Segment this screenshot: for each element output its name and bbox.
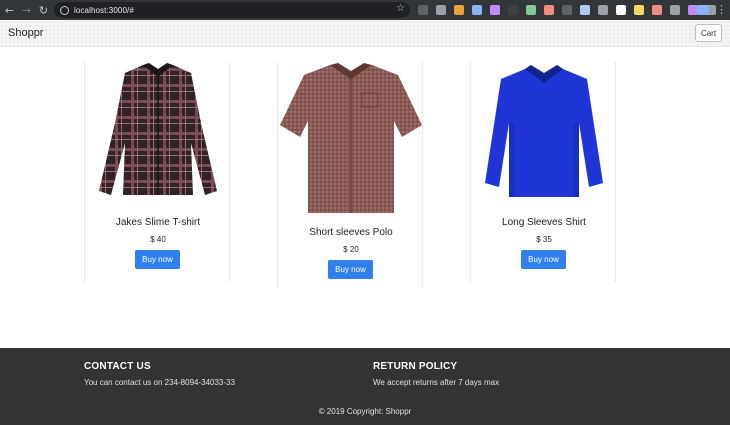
browser-extension-icon[interactable] [544,5,554,15]
browser-extension-icon[interactable] [526,5,536,15]
product-card: Jakes Slime T-shirt $ 40 Buy now [84,63,230,281]
forward-arrow-icon[interactable]: → [18,0,35,20]
browser-extension-icon[interactable] [670,5,680,15]
product-name: Short sleeves Polo [309,227,393,238]
return-policy-text: We accept returns after 7 days max [373,378,500,387]
browser-extension-icon[interactable] [436,5,446,15]
browser-extension-icon[interactable] [580,5,590,15]
extensions-bar [418,5,716,15]
brand-logo[interactable]: Shoppr [8,27,43,39]
browser-extension-icon[interactable] [508,5,518,15]
cart-button[interactable]: Cart [695,24,722,42]
browser-extension-icon[interactable] [490,5,500,15]
plaid-shirt-icon [99,63,217,195]
product-image[interactable] [85,63,231,201]
copyright-text: © 2019 Copyright: Shoppr [318,407,412,416]
product-card: Short sleeves Polo $ 20 Buy now [277,63,423,287]
product-price: $ 35 [536,235,552,244]
reload-icon[interactable]: ↻ [35,0,52,20]
browser-extension-icon[interactable] [652,5,662,15]
product-price: $ 40 [150,235,166,244]
address-bar[interactable]: localhost:3000/# [54,2,410,18]
browser-extension-icon[interactable] [562,5,572,15]
app-header: Shoppr Cart [0,20,730,47]
product-image[interactable] [471,63,617,201]
profile-icon[interactable] [697,5,709,15]
buy-now-button[interactable]: Buy now [328,260,373,279]
browser-extension-icon[interactable] [634,5,644,15]
return-policy-title: RETURN POLICY [373,361,458,372]
buy-now-button[interactable]: Buy now [521,250,566,269]
browser-extension-icon[interactable] [616,5,626,15]
browser-extension-icon[interactable] [454,5,464,15]
back-arrow-icon[interactable]: ← [1,0,18,20]
url-text: localhost:3000/# [74,5,134,15]
contact-text: You can contact us on 234-8094-34033-33 [84,378,235,387]
bookmark-star-icon[interactable]: ☆ [396,3,405,14]
browser-toolbar: ← → ↻ localhost:3000/# ☆ ⋮ [0,0,730,20]
browser-extension-icon[interactable] [472,5,482,15]
long-sleeve-polo-icon [485,65,603,197]
product-name: Long Sleeves Shirt [502,217,586,228]
browser-menu-icon[interactable]: ⋮ [716,3,727,16]
product-card: Long Sleeves Shirt $ 35 Buy now [470,63,616,281]
product-image[interactable] [278,63,424,215]
info-icon [60,5,69,15]
browser-extension-icon[interactable] [598,5,608,15]
contact-title: CONTACT US [84,361,151,372]
product-price: $ 20 [343,245,359,254]
product-name: Jakes Slime T-shirt [115,217,201,228]
browser-extension-icon[interactable] [418,5,428,15]
buy-now-button[interactable]: Buy now [135,250,180,269]
short-sleeve-shirt-icon [280,63,422,213]
site-footer: CONTACT US You can contact us on 234-809… [0,348,730,425]
